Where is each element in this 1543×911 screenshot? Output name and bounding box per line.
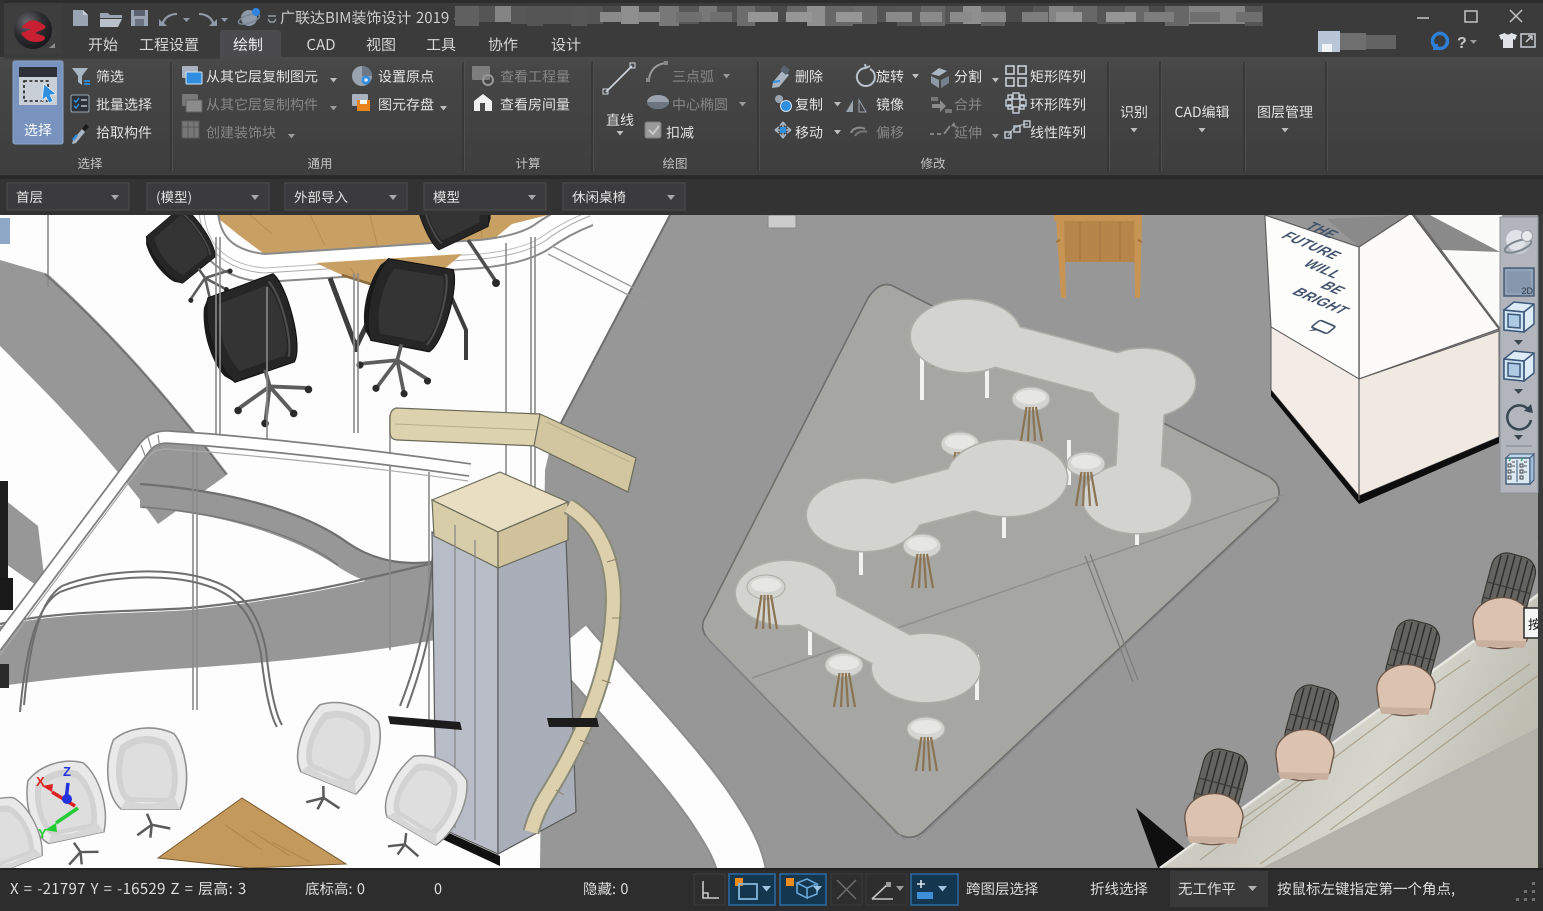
svg-text:X: X <box>36 774 45 789</box>
svg-text:Y: Y <box>38 826 47 841</box>
svg-text:2D: 2D <box>1521 286 1533 296</box>
svg-text:?: ? <box>1457 35 1467 52</box>
svg-text:Z: Z <box>63 764 71 779</box>
